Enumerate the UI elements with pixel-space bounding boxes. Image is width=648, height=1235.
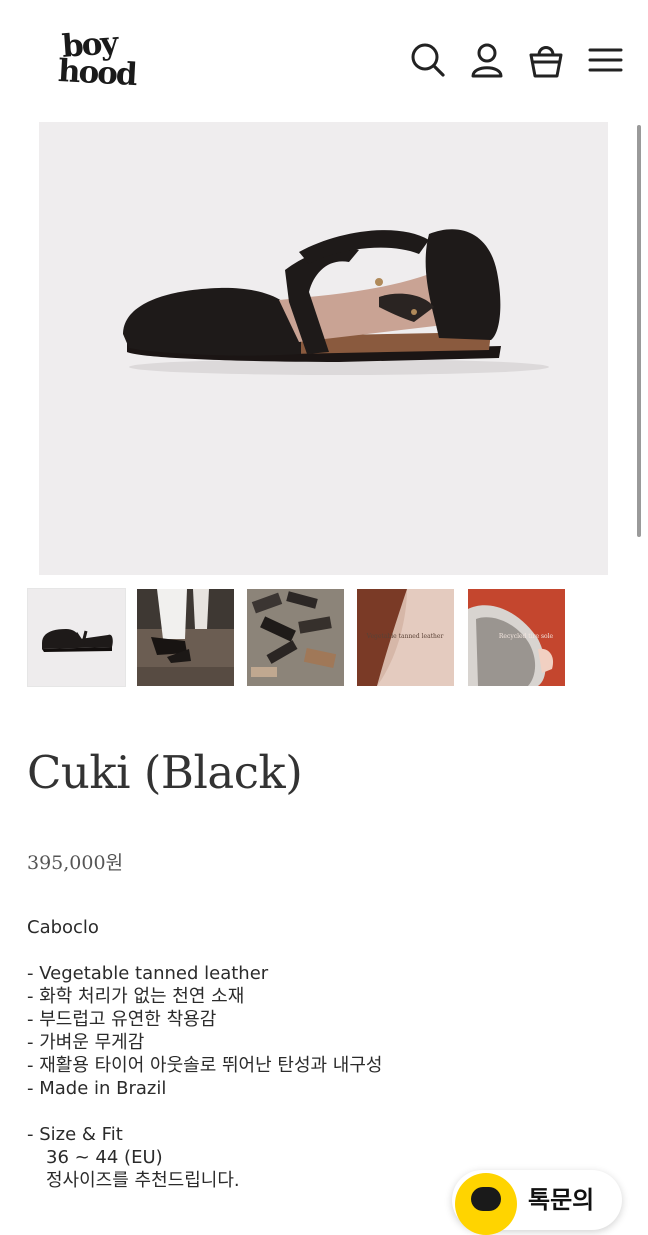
feature-line: - 화학 처리가 없는 천연 소재 — [27, 986, 245, 1007]
thumbnail-5[interactable]: Recycled tire sole — [468, 589, 565, 686]
size-range: 36 ~ 44 (EU) — [46, 1147, 163, 1168]
product-title: Cuki (Black) — [27, 746, 303, 799]
chat-label: 톡문의 — [528, 1186, 595, 1214]
site-header: boy hood — [0, 0, 648, 118]
feature-line: - 가벼운 무게감 — [27, 1032, 145, 1053]
scrollbar[interactable] — [637, 125, 641, 537]
brand-name: Caboclo — [27, 917, 99, 938]
chat-inquiry-button[interactable]: 톡문의 — [452, 1170, 622, 1235]
thumbnail-4-overlay: Vegetable tanned leather — [366, 633, 444, 640]
menu-icon[interactable] — [585, 40, 625, 80]
chat-icon — [455, 1173, 517, 1235]
feature-line: - Made in Brazil — [27, 1078, 167, 1099]
feature-line: - 재활용 타이어 아웃솔로 뛰어난 탄성과 내구성 — [27, 1055, 383, 1076]
feature-line: - 부드럽고 유연한 착용감 — [27, 1009, 217, 1030]
account-icon[interactable] — [467, 40, 507, 80]
thumbnail-2[interactable] — [137, 589, 234, 686]
thumbnail-3[interactable] — [247, 589, 344, 686]
feature-line: - Vegetable tanned leather — [27, 963, 269, 984]
shopping-bag-icon[interactable] — [526, 40, 566, 80]
thumbnail-4[interactable]: Vegetable tanned leather — [357, 589, 454, 686]
logo-line-2: hood — [57, 52, 137, 94]
size-fit-heading: - Size & Fit — [27, 1124, 123, 1145]
main-product-image[interactable] — [39, 122, 608, 575]
thumbnail-strip: Vegetable tanned leather Recycled tire s… — [27, 588, 588, 687]
thumbnail-5-overlay: Recycled tire sole — [499, 633, 554, 640]
search-icon[interactable] — [408, 40, 448, 80]
product-description: Caboclo - Vegetable tanned leather - 화학 … — [27, 916, 617, 1192]
boyhood-logo[interactable]: boy hood — [57, 25, 137, 96]
product-price: 395,000원 — [27, 852, 124, 874]
thumbnail-1[interactable] — [27, 588, 126, 687]
